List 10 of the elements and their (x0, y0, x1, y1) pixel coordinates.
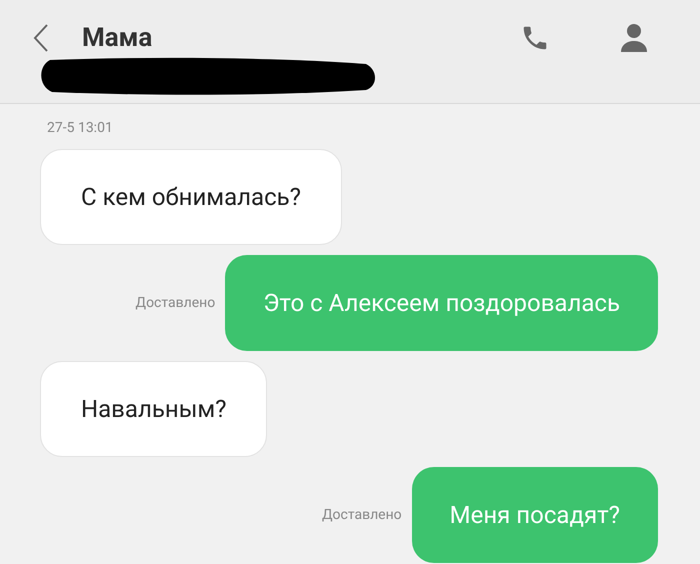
delivery-status: Доставлено (322, 506, 402, 524)
contact-name: Мама (82, 22, 152, 54)
outgoing-message: Меня посадят? (412, 467, 658, 563)
incoming-message: С кем обнималась? (40, 149, 342, 245)
person-icon[interactable] (620, 23, 648, 53)
incoming-message: Навальным? (40, 361, 268, 457)
outgoing-message: Это с Алексеем поздоровалась (225, 255, 658, 351)
back-icon[interactable] (32, 23, 50, 53)
delivery-status: Доставлено (136, 294, 216, 312)
timestamp: 27-5 13:01 (47, 119, 114, 138)
